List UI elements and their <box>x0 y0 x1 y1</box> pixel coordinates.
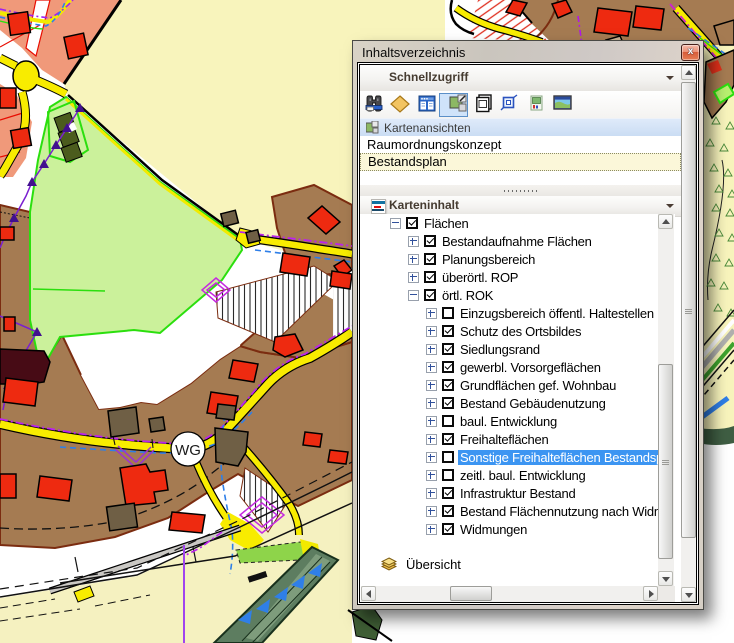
svg-text:WG: WG <box>175 442 201 459</box>
